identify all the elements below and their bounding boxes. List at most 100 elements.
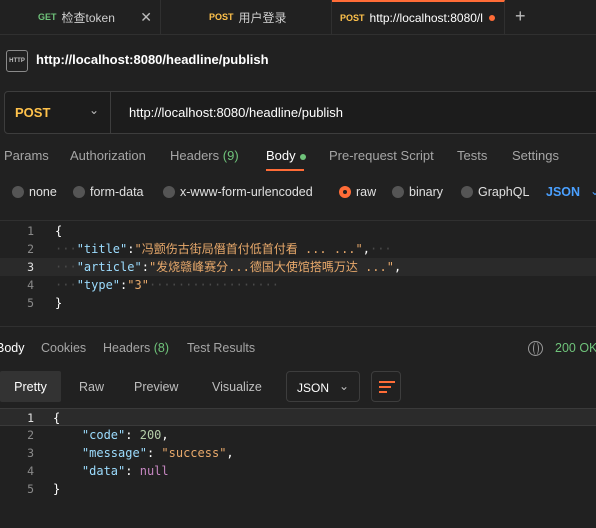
- json-string: "发烧赣峰赛分...德国大使馆搭嗎万达 ...": [148, 260, 394, 274]
- response-tabs: Body Cookies Headers (8) Test Results 20…: [0, 326, 596, 371]
- chevron-down-icon[interactable]: ⌄: [590, 184, 596, 198]
- json-key: "code": [81, 428, 126, 442]
- radio-form-data[interactable]: [73, 186, 85, 198]
- code-text: }: [55, 296, 63, 310]
- code-text: }: [53, 482, 61, 496]
- line-number: 5: [27, 296, 34, 310]
- code-text: "code": 200,: [81, 428, 169, 442]
- tab-check-token[interactable]: GET 检查token ✕: [0, 0, 161, 34]
- code-line: 5 }: [0, 480, 596, 498]
- http-icon: HTTP: [6, 50, 28, 72]
- code-line: 1 {: [0, 222, 596, 240]
- code-text: {: [55, 224, 63, 238]
- line-number: 1: [27, 224, 34, 238]
- line-number: 2: [27, 428, 34, 442]
- tab-active-request[interactable]: POST http://localhost:8080/l: [332, 0, 505, 34]
- active-tab-underline: [266, 169, 304, 171]
- code-line: 1 {: [0, 408, 596, 426]
- view-visualize[interactable]: Visualize: [212, 371, 262, 402]
- tab-params[interactable]: Params: [4, 148, 49, 163]
- json-key: "type": [76, 278, 121, 292]
- divider: [110, 92, 111, 133]
- unsaved-dot-icon: [488, 15, 495, 21]
- radio-graphql[interactable]: [461, 186, 473, 198]
- response-format-label: JSON: [297, 381, 330, 395]
- response-view-toolbar: Pretty Raw Preview Visualize JSON ⌄: [0, 371, 596, 405]
- code-line: 4 "data": null: [0, 462, 596, 480]
- wrap-lines-icon: [379, 381, 395, 393]
- response-format-select[interactable]: JSON ⌄: [286, 371, 360, 402]
- headers-count: (9): [222, 148, 239, 163]
- body-type-options: none form-data x-www-form-urlencoded raw…: [0, 180, 596, 204]
- code-text: ···"type":"3"··················: [55, 278, 280, 292]
- tab-method: GET: [38, 12, 57, 22]
- url-bar: POST ⌄ http://localhost:8080/headline/pu…: [4, 91, 596, 134]
- request-tab-bar: GET 检查token ✕ POST 用户登录 POST http://loca…: [0, 0, 596, 35]
- line-number: 5: [27, 482, 34, 496]
- wrap-lines-button[interactable]: [371, 371, 401, 402]
- plus-icon[interactable]: +: [515, 6, 526, 27]
- code-line: 2 ···"title":"冯颤伤古街局僭首付低首付看 ... ...",···: [0, 240, 596, 258]
- chevron-down-icon[interactable]: ⌄: [89, 103, 99, 117]
- resp-tab-cookies[interactable]: Cookies: [41, 341, 86, 355]
- resp-tab-headers[interactable]: Headers (8): [103, 341, 169, 355]
- json-null: null: [139, 464, 169, 478]
- resp-tab-body[interactable]: Body: [0, 341, 25, 355]
- tab-tests[interactable]: Tests: [457, 148, 487, 163]
- json-string: "success": [161, 446, 227, 460]
- request-title-row: HTTP http://localhost:8080/headline/publ…: [0, 44, 596, 76]
- json-key: "article": [76, 260, 142, 274]
- radio-raw-label: raw: [356, 185, 377, 199]
- radio-binary-label: binary: [409, 185, 444, 199]
- request-body-editor[interactable]: 1 { 2 ···"title":"冯颤伤古街局僭首付低首付看 ... ..."…: [0, 220, 596, 327]
- code-text: "data": null: [81, 464, 169, 478]
- tab-label: 检查token: [61, 10, 115, 25]
- tab-pre-request-script[interactable]: Pre-request Script: [329, 148, 434, 163]
- url-input[interactable]: http://localhost:8080/headline/publish: [129, 105, 343, 120]
- line-number: 3: [27, 446, 34, 460]
- radio-urlencoded[interactable]: [163, 186, 175, 198]
- line-number: 3: [27, 260, 34, 274]
- request-title[interactable]: http://localhost:8080/headline/publish: [36, 52, 269, 67]
- json-key: "message": [81, 446, 147, 460]
- radio-binary[interactable]: [392, 186, 404, 198]
- json-key: "title": [76, 242, 128, 256]
- close-icon[interactable]: ✕: [140, 9, 152, 26]
- radio-none-label: none: [29, 185, 57, 199]
- code-text: "message": "success",: [81, 446, 234, 460]
- code-text: ···"article":"发烧赣峰赛分...德国大使馆搭嗎万达 ...",: [55, 260, 402, 274]
- radio-form-data-label: form-data: [90, 185, 144, 199]
- body-format-select[interactable]: JSON: [546, 185, 580, 199]
- tab-label: http://localhost:8080/l: [369, 11, 483, 25]
- line-number: 1: [27, 411, 34, 425]
- radio-raw[interactable]: [339, 186, 351, 198]
- code-line: 3 "message": "success",: [0, 444, 596, 462]
- json-string: "冯颤伤古街局僭首付低首付看 ... ...": [134, 242, 363, 256]
- radio-none[interactable]: [12, 186, 24, 198]
- json-string: "3": [127, 278, 149, 292]
- view-raw[interactable]: Raw: [79, 371, 104, 402]
- tab-headers-label: Headers: [170, 148, 220, 163]
- tab-body[interactable]: Body: [266, 148, 306, 163]
- code-text: {: [53, 411, 61, 425]
- method-select[interactable]: POST: [15, 105, 50, 120]
- tab-user-login[interactable]: POST 用户登录: [161, 0, 332, 34]
- tab-headers[interactable]: Headers (9): [170, 148, 239, 163]
- globe-icon[interactable]: [528, 341, 543, 356]
- radio-graphql-label: GraphQL: [478, 185, 530, 199]
- request-tabs: Params Authorization Headers (9) Body Pr…: [0, 144, 596, 171]
- tab-authorization[interactable]: Authorization: [70, 148, 146, 163]
- body-indicator-dot: [299, 153, 306, 160]
- view-preview[interactable]: Preview: [134, 371, 178, 402]
- line-number: 2: [27, 242, 34, 256]
- code-line: 2 "code": 200,: [0, 426, 596, 444]
- resp-tab-test-results[interactable]: Test Results: [187, 341, 255, 355]
- response-body-viewer[interactable]: 1 { 2 "code": 200, 3 "message": "success…: [0, 408, 596, 508]
- view-pretty[interactable]: Pretty: [0, 371, 61, 402]
- json-number: 200: [139, 428, 162, 442]
- line-number: 4: [27, 278, 34, 292]
- tab-method: POST: [340, 13, 365, 23]
- code-text: ···"title":"冯颤伤古街局僭首付低首付看 ... ...",···: [55, 242, 392, 256]
- tab-settings[interactable]: Settings: [512, 148, 559, 163]
- status-badge[interactable]: 200 OK: [555, 341, 596, 355]
